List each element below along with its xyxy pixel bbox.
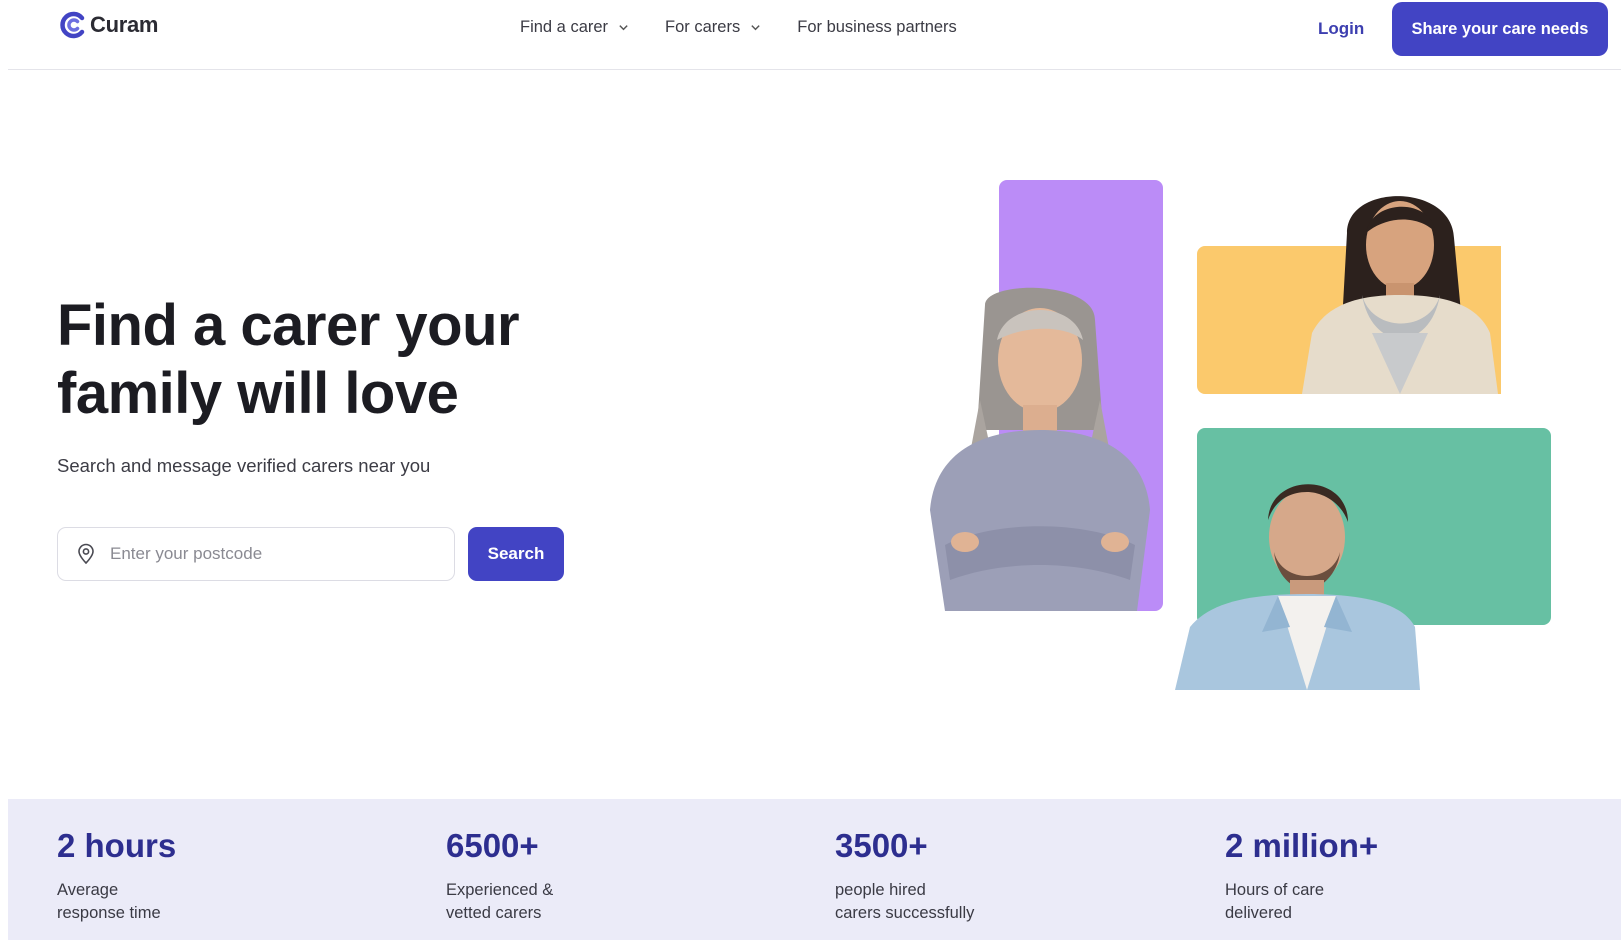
logo[interactable]: Curam (58, 10, 158, 40)
chevron-down-icon (751, 25, 760, 31)
postcode-input[interactable] (110, 544, 430, 564)
main-nav: Find a carer For carers For business par… (520, 18, 957, 37)
logo-text: Curam (90, 12, 159, 37)
stat-label-line2: response time (57, 904, 161, 922)
older-woman-carer-photo (925, 280, 1155, 611)
stat-label-line1: Experienced & (446, 881, 554, 899)
stat-value: 3500+ (835, 827, 928, 864)
stat-label: Hours of care delivered (1225, 879, 1445, 925)
stat-label-line2: vetted carers (446, 904, 542, 922)
stat-label: Experienced & vetted carers (446, 879, 666, 925)
young-man-carer-photo (1170, 462, 1420, 690)
hero-subtitle: Search and message verified carers near … (57, 455, 431, 476)
stats-section: 2 hours Average response time 6500+ Expe… (8, 799, 1621, 940)
stat-label-line1: Hours of care (1225, 881, 1325, 899)
search-button[interactable]: Search (468, 527, 564, 581)
location-pin-icon (78, 543, 94, 565)
young-woman-carer-photo (1302, 183, 1502, 394)
nav-label: Find a carer (520, 18, 609, 36)
stat-value: 2 million+ (1225, 827, 1379, 864)
nav-label: For business partners (797, 18, 957, 36)
stat-label-line2: carers successfully (835, 904, 975, 922)
nav-label: For carers (665, 18, 741, 36)
site-header: Curam Find a carer For carers For busine… (8, 0, 1621, 70)
chevron-down-icon (619, 25, 628, 31)
postcode-search-field (57, 527, 455, 581)
nav-for-carers[interactable]: For carers (665, 18, 761, 37)
login-link[interactable]: Login (1318, 19, 1364, 39)
hero-title: Find a carer your family will love (57, 292, 617, 428)
stat-label-line1: people hired (835, 881, 926, 899)
stat-label: Average response time (57, 879, 277, 925)
stat-value: 6500+ (446, 827, 539, 864)
stat-label-line2: delivered (1225, 904, 1292, 922)
nav-for-business-partners[interactable]: For business partners (797, 18, 957, 37)
share-care-needs-button[interactable]: Share your care needs (1392, 2, 1608, 56)
hero-title-line1: Find a carer your (57, 293, 520, 358)
stat-value: 2 hours (57, 827, 177, 864)
curam-logo-icon (60, 11, 85, 39)
stat-label-line1: Average (57, 881, 119, 899)
hero-title-line2: family will love (57, 361, 459, 426)
nav-find-a-carer[interactable]: Find a carer (520, 18, 629, 37)
stat-label: people hired carers successfully (835, 879, 1055, 925)
